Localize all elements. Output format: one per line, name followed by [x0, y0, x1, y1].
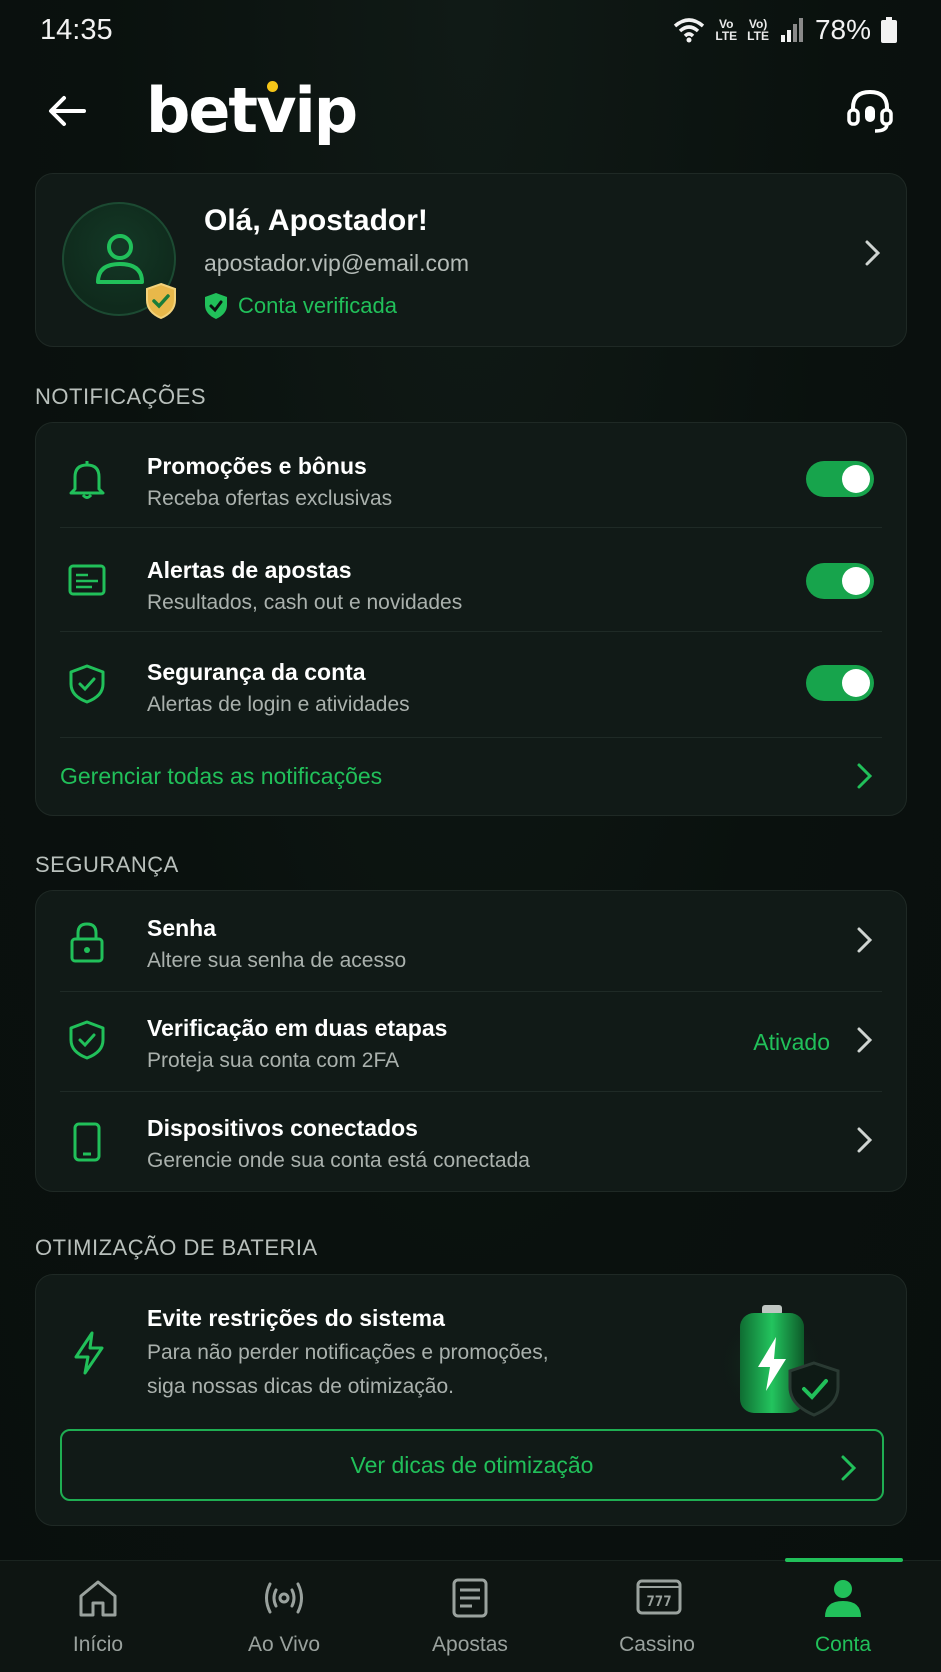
- signal-icon: [780, 18, 803, 42]
- row-subtitle: Altere sua senha de acesso: [147, 949, 407, 972]
- chevron-right-icon: [857, 1127, 873, 1153]
- battery-line-1: Para não perder notificações e promoções…: [147, 1341, 549, 1364]
- row-title: Senha: [147, 915, 217, 941]
- betvip-logo: betvip: [146, 74, 358, 147]
- verified-status: Conta verificada: [204, 292, 397, 320]
- nav-live[interactable]: Ao Vivo: [190, 1561, 378, 1672]
- row-title: Dispositivos conectados: [147, 1115, 418, 1141]
- chevron-right-icon: [865, 240, 881, 266]
- chevron-right-icon: [857, 927, 873, 953]
- account-security-toggle[interactable]: [806, 665, 874, 701]
- battery-card: Evite restrições do sistema Para não per…: [35, 1274, 907, 1526]
- notification-row-bet-alerts: Alertas de apostas Resultados, cash out …: [36, 527, 908, 631]
- row-subtitle: Resultados, cash out e novidades: [147, 591, 463, 614]
- optimization-tips-button[interactable]: Ver dicas de otimização: [60, 1429, 884, 1501]
- wifi-icon: [674, 18, 705, 43]
- smartphone-icon: [73, 1122, 101, 1162]
- chevron-right-icon: [857, 763, 873, 789]
- verified-shield-badge-icon: [146, 282, 176, 320]
- notification-row-account-security: Segurança da conta Alertas de login e at…: [36, 631, 908, 735]
- bets-icon: [452, 1578, 488, 1618]
- volte-indicator-2: Vo) LTE: [747, 17, 769, 43]
- svg-text:777: 777: [646, 1594, 671, 1610]
- profile-card[interactable]: Olá, Apostador! apostador.vip@email.com …: [35, 173, 907, 347]
- ticket-icon: [68, 564, 106, 596]
- 2fa-status: Ativado: [753, 1029, 830, 1055]
- shield-check-icon: [69, 1020, 105, 1060]
- row-subtitle: Receba ofertas exclusivas: [147, 487, 393, 510]
- nav-casino[interactable]: 777 Cassino: [563, 1561, 751, 1672]
- back-arrow-icon[interactable]: [44, 88, 90, 134]
- volte-indicator-1: Vo LTE: [715, 17, 738, 43]
- nav-account[interactable]: Conta: [749, 1561, 937, 1672]
- battery-line-2: siga nossas dicas de otimização.: [147, 1375, 454, 1398]
- battery-icon: [881, 17, 897, 43]
- promotions-toggle[interactable]: [806, 461, 874, 497]
- row-title: Alertas de apostas: [147, 557, 352, 583]
- bottom-navigation: Início Ao Vivo Apostas 777 Cassino Conta: [0, 1558, 941, 1672]
- chevron-right-icon: [841, 1455, 857, 1481]
- lightning-bolt-icon: [74, 1331, 104, 1375]
- security-row-password[interactable]: Senha Altere sua senha de acesso: [36, 891, 908, 991]
- battery-section-title: OTIMIZAÇÃO DE BATERIA: [35, 1235, 318, 1260]
- notifications-section-title: NOTIFICAÇÕES: [35, 384, 207, 409]
- live-icon: [265, 1582, 303, 1614]
- row-title: Verificação em duas etapas: [147, 1015, 448, 1041]
- chevron-right-icon: [857, 1027, 873, 1053]
- user-icon: [96, 234, 144, 284]
- optimization-tips-label: Ver dicas de otimização: [350, 1451, 594, 1478]
- status-time: 14:35: [40, 14, 113, 46]
- app-header: betvip: [0, 70, 941, 150]
- headset-support-icon[interactable]: [843, 84, 897, 138]
- row-title: Promoções e bônus: [147, 453, 367, 479]
- manage-notifications-label: Gerenciar todas as notificações: [60, 763, 383, 789]
- notification-row-promotions: Promoções e bônus Receba ofertas exclusi…: [36, 423, 908, 527]
- security-card: Senha Altere sua senha de acesso Verific…: [35, 890, 907, 1192]
- status-icons: Vo LTE Vo) LTE 78%: [673, 14, 897, 46]
- row-subtitle: Gerencie onde sua conta está conectada: [147, 1149, 530, 1172]
- status-bar: 14:35 Vo LTE Vo) LTE 78%: [0, 0, 941, 60]
- row-subtitle: Proteja sua conta com 2FA: [147, 1049, 400, 1072]
- shield-check-icon: [205, 293, 227, 319]
- notifications-card: Promoções e bônus Receba ofertas exclusi…: [35, 422, 907, 816]
- security-section-title: SEGURANÇA: [35, 852, 179, 877]
- security-row-devices[interactable]: Dispositivos conectados Gerencie onde su…: [36, 1091, 908, 1191]
- casino-icon: 777: [636, 1579, 682, 1615]
- bell-icon: [69, 461, 105, 499]
- row-title: Segurança da conta: [147, 659, 366, 685]
- lock-icon: [70, 922, 104, 963]
- row-subtitle: Alertas de login e atividades: [147, 693, 410, 716]
- home-icon: [79, 1580, 117, 1617]
- profile-greeting: Olá, Apostador!: [204, 204, 428, 237]
- bet-alerts-toggle[interactable]: [806, 563, 874, 599]
- nav-home[interactable]: Início: [4, 1561, 192, 1672]
- shield-check-icon: [69, 664, 105, 704]
- battery-percent: 78%: [814, 14, 871, 45]
- battery-shield-illustration-icon: [714, 1305, 840, 1419]
- account-icon: [825, 1580, 861, 1617]
- verified-label: Conta verificada: [238, 293, 397, 318]
- profile-email: apostador.vip@email.com: [204, 250, 469, 276]
- manage-notifications-link[interactable]: Gerenciar todas as notificações: [36, 737, 908, 817]
- nav-bets[interactable]: Apostas: [376, 1561, 564, 1672]
- logo-dot: [267, 81, 278, 92]
- security-row-2fa[interactable]: Verificação em duas etapas Proteja sua c…: [36, 991, 908, 1091]
- battery-title: Evite restrições do sistema: [147, 1305, 445, 1331]
